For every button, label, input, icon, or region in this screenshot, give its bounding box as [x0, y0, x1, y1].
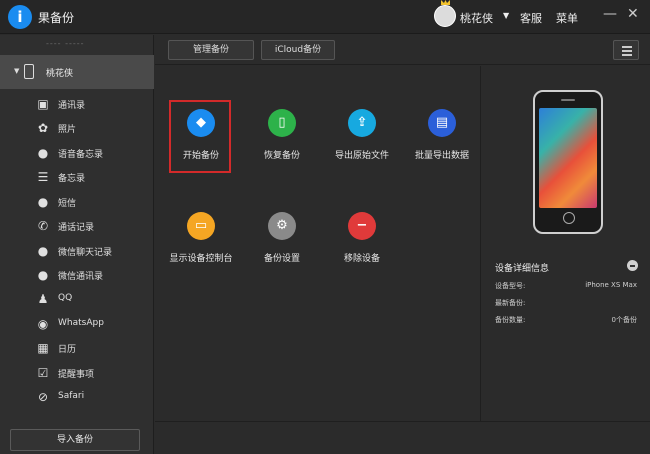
- sidebar-item-calendar[interactable]: ▦ 日历: [0, 337, 154, 359]
- customer-service-link[interactable]: 客服: [520, 10, 542, 26]
- sidebar-item-label: 微信通讯录: [58, 272, 104, 282]
- batch-export-icon: ▤: [428, 109, 456, 137]
- remove-device-button[interactable]: − 移除设备: [322, 204, 402, 274]
- expand-caret-icon[interactable]: ▼: [14, 67, 19, 75]
- import-backup-button[interactable]: 导入备份: [10, 429, 140, 451]
- sidebar-item-notes[interactable]: ☰ 备忘录: [0, 166, 154, 188]
- sidebar-item-voice-memos[interactable]: ● 语音备忘录: [0, 142, 154, 164]
- detail-label: 备份数量:: [495, 316, 526, 324]
- device-row[interactable]: ▼ 桃花侠: [0, 55, 154, 89]
- detail-label: 最新备份:: [495, 299, 526, 307]
- sidebar-item-contacts[interactable]: ▣ 通讯录: [0, 93, 154, 115]
- detail-value: 0个备份: [611, 316, 637, 324]
- user-avatar[interactable]: [434, 5, 456, 27]
- sidebar-item-label: Safari: [58, 391, 85, 401]
- sidebar-item-label: 提醒事项: [58, 370, 95, 380]
- wechat-icon: ●: [37, 244, 49, 258]
- remove-icon: −: [348, 212, 376, 240]
- export-raw-files-button[interactable]: ⇪ 导出原始文件: [322, 101, 402, 171]
- feature-label: 移除设备: [343, 254, 380, 264]
- sidebar-item-label: WhatsApp: [58, 318, 104, 328]
- app-title: 果备份: [38, 11, 75, 25]
- minimize-icon[interactable]: —: [603, 6, 617, 22]
- microphone-icon: ●: [37, 146, 49, 160]
- sidebar-item-messages[interactable]: ● 短信: [0, 191, 154, 213]
- list-view-button[interactable]: [613, 40, 639, 60]
- user-dropdown-icon[interactable]: ▼: [503, 11, 509, 20]
- home-button-icon: [563, 212, 575, 224]
- sidebar-item-safari[interactable]: ⊘ Safari: [0, 386, 154, 408]
- sidebar-item-whatsapp[interactable]: ◉ WhatsApp: [0, 313, 154, 335]
- phone-icon: [24, 64, 34, 79]
- device-name: 桃花侠: [46, 69, 74, 79]
- console-icon: ▭: [187, 212, 215, 240]
- sidebar-item-label: 通讯录: [58, 101, 86, 111]
- menu-link[interactable]: 菜单: [556, 10, 578, 26]
- sidebar-item-label: 照片: [58, 125, 77, 135]
- icloud-backup-button[interactable]: iCloud备份: [261, 40, 335, 60]
- phone-restore-icon: ▯: [268, 109, 296, 137]
- device-details-title: 设备详细信息: [495, 264, 550, 274]
- sidebar-item-reminders[interactable]: ☑ 提醒事项: [0, 362, 154, 384]
- sidebar-item-wechat-contacts[interactable]: ● 微信通讯录: [0, 264, 154, 286]
- wechat-contacts-icon: ●: [37, 268, 49, 282]
- message-icon: ●: [37, 195, 49, 209]
- sidebar: ---- ----- ▼ 桃花侠 ▣ 通讯录 ✿ 照片 ● 语音备忘录 ☰ 备忘…: [0, 35, 154, 454]
- app-logo-icon: i: [8, 5, 32, 29]
- sidebar-item-qq[interactable]: ♟ QQ: [0, 288, 154, 310]
- contacts-icon: ▣: [37, 97, 49, 111]
- phone-call-icon: ✆: [37, 219, 49, 233]
- status-bar: [155, 421, 650, 454]
- export-icon: ⇪: [348, 109, 376, 137]
- batch-export-button[interactable]: ▤ 批量导出数据: [402, 101, 482, 171]
- calendar-icon: ▦: [37, 341, 49, 355]
- detail-value: iPhone XS Max: [585, 281, 637, 289]
- sidebar-item-label: 短信: [58, 199, 77, 209]
- reminder-icon: ☑: [37, 366, 49, 380]
- sidebar-item-wechat-chats[interactable]: ● 微信聊天记录: [0, 240, 154, 262]
- qq-icon: ♟: [37, 292, 49, 306]
- collapse-icon[interactable]: [627, 260, 638, 271]
- device-info-panel: 设备详细信息 设备型号: iPhone XS Max 最新备份: 备份数量: 0…: [480, 66, 650, 421]
- restore-backup-button[interactable]: ▯ 恢复备份: [242, 101, 322, 171]
- gear-icon: ⚙: [268, 212, 296, 240]
- sidebar-item-label: QQ: [58, 293, 73, 303]
- device-console-button[interactable]: ▭ 显示设备控制台: [161, 204, 241, 274]
- sidebar-item-label: 备忘录: [58, 174, 86, 184]
- phone-screen: [539, 108, 597, 208]
- iphone-image: [533, 90, 603, 234]
- sidebar-item-label: 微信聊天记录: [58, 248, 113, 258]
- feature-label: 显示设备控制台: [169, 254, 233, 264]
- close-icon[interactable]: ✕: [627, 6, 639, 22]
- top-toolbar: 管理备份 iCloud备份: [155, 35, 650, 65]
- sidebar-faded-text: ---- -----: [46, 39, 85, 48]
- sidebar-item-label: 日历: [58, 345, 77, 355]
- title-bar: i 果备份 桃花侠 ▼ 客服 菜单 — ✕: [0, 0, 650, 34]
- start-backup-highlight: [169, 100, 231, 173]
- manage-backup-button[interactable]: 管理备份: [168, 40, 254, 60]
- feature-label: 批量导出数据: [414, 151, 469, 161]
- backup-settings-button[interactable]: ⚙ 备份设置: [242, 204, 322, 274]
- list-icon: [622, 46, 632, 48]
- sidebar-item-label: 通话记录: [58, 223, 95, 233]
- sidebar-item-call-log[interactable]: ✆ 通话记录: [0, 215, 154, 237]
- safari-icon: ⊘: [37, 390, 49, 404]
- photos-icon: ✿: [37, 121, 49, 135]
- feature-label: 导出原始文件: [334, 151, 389, 161]
- detail-label: 设备型号:: [495, 282, 526, 290]
- sidebar-item-photos[interactable]: ✿ 照片: [0, 117, 154, 139]
- notes-icon: ☰: [37, 170, 49, 184]
- feature-label: 恢复备份: [263, 151, 300, 161]
- whatsapp-icon: ◉: [37, 317, 49, 331]
- sidebar-item-label: 语音备忘录: [58, 150, 104, 160]
- user-name[interactable]: 桃花侠: [460, 10, 493, 26]
- feature-label: 备份设置: [263, 254, 300, 264]
